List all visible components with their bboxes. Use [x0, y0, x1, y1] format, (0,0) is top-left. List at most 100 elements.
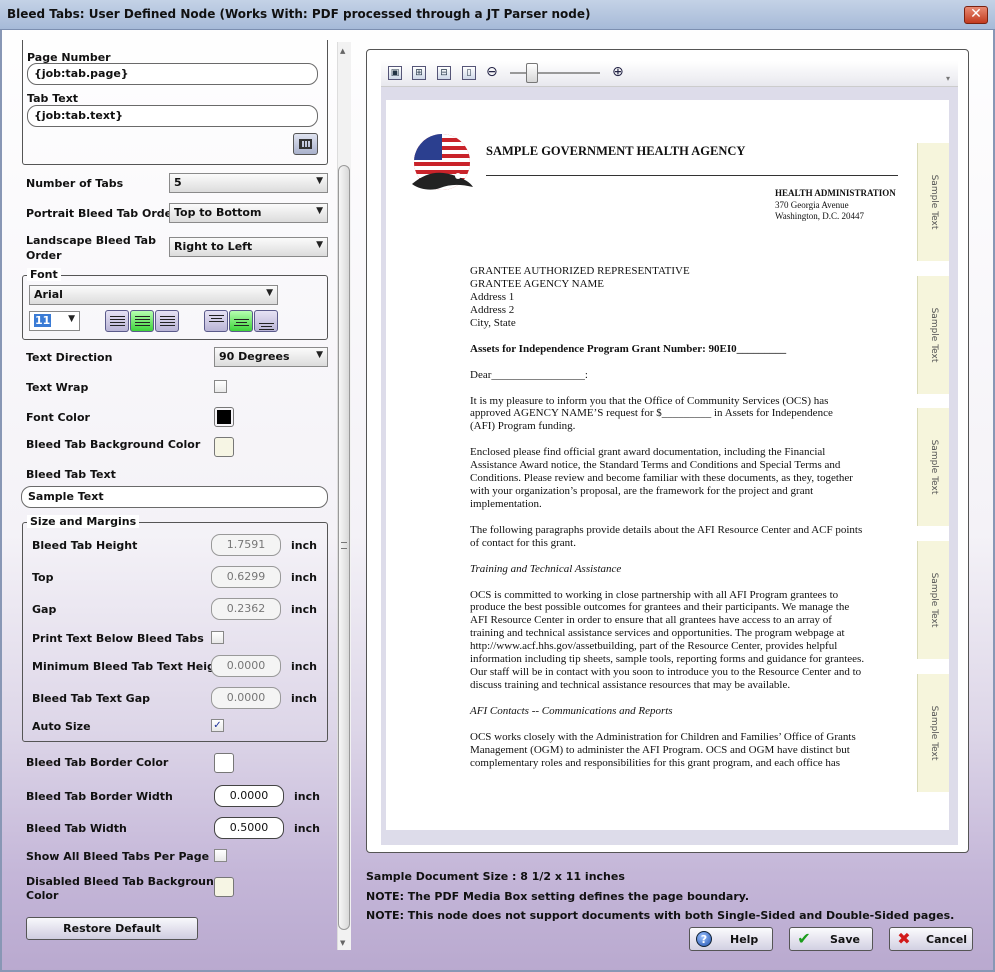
- bleed-tab: Sample Text: [917, 408, 949, 526]
- cancel-label: Cancel: [926, 933, 968, 946]
- tab-height-label: Bleed Tab Height: [32, 539, 138, 552]
- border-width-unit: inch: [294, 790, 320, 803]
- close-button[interactable]: ✕: [964, 6, 988, 24]
- valign-middle-button[interactable]: [229, 310, 253, 332]
- landscape-order-select[interactable]: Right to Left ▼: [169, 237, 328, 257]
- top-unit: inch: [291, 571, 317, 584]
- valign-top-button[interactable]: [204, 310, 228, 332]
- save-label: Save: [830, 933, 860, 946]
- disabled-bg-label-2: Color: [26, 889, 59, 902]
- bleed-tab: Sample Text: [917, 541, 949, 659]
- addr-line: GRANTEE AUTHORIZED REPRESENTATIVE: [470, 265, 690, 277]
- restore-default-button[interactable]: Restore Default: [26, 917, 198, 940]
- tab-height-input[interactable]: 1.7591: [211, 534, 281, 556]
- landscape-order-value: Right to Left: [174, 240, 253, 253]
- disabled-bg-label-1: Disabled Bleed Tab Background: [26, 875, 222, 888]
- min-text-height-input[interactable]: 0.0000: [211, 655, 281, 677]
- addr-line: Address 2: [470, 304, 515, 316]
- field-picker-button[interactable]: [293, 133, 318, 155]
- bleed-tab: Sample Text: [917, 674, 949, 792]
- print-below-checkbox[interactable]: [211, 631, 224, 644]
- align-left-button[interactable]: [105, 310, 129, 332]
- gap-input[interactable]: 0.2362: [211, 598, 281, 620]
- min-text-height-unit: inch: [291, 660, 317, 673]
- addr-line: Address 1: [470, 291, 515, 303]
- para-line: of contact for this grant.: [470, 537, 576, 549]
- top-input[interactable]: 0.6299: [211, 566, 281, 588]
- image-icon[interactable]: ▣: [388, 66, 402, 80]
- tab-text-input[interactable]: {job:tab.text}: [27, 105, 318, 127]
- help-icon: ?: [696, 931, 712, 947]
- auto-size-checkbox[interactable]: ✓: [211, 719, 224, 732]
- para-line: discuss training and technical assistanc…: [470, 679, 791, 691]
- help-label: Help: [730, 933, 759, 946]
- chevron-down-icon: ▼: [266, 288, 273, 298]
- gap-unit: inch: [291, 603, 317, 616]
- scroll-down-icon[interactable]: ▼: [340, 939, 345, 947]
- help-button[interactable]: ? Help: [689, 927, 773, 951]
- chevron-down-icon: ▼: [68, 314, 75, 324]
- text-wrap-checkbox[interactable]: [214, 380, 227, 393]
- addr-line: GRANTEE AGENCY NAME: [470, 278, 605, 290]
- fit-page-icon[interactable]: ⊞: [412, 66, 426, 80]
- tab-width-unit: inch: [294, 822, 320, 835]
- grip-icon: [341, 542, 347, 549]
- text-gap-input[interactable]: 0.0000: [211, 687, 281, 709]
- bleed-tab: Sample Text: [917, 143, 949, 261]
- save-button[interactable]: ✔ Save: [789, 927, 873, 951]
- border-color-swatch[interactable]: [214, 753, 234, 773]
- para-line: training and technical assistance servic…: [470, 627, 845, 639]
- top-label: Top: [32, 571, 54, 584]
- grant-subject: Assets for Independence Program Grant Nu…: [470, 343, 787, 355]
- portrait-order-value: Top to Bottom: [174, 206, 262, 219]
- zoom-slider-track[interactable]: [510, 72, 600, 74]
- landscape-order-label-1: Landscape Bleed Tab: [26, 234, 156, 247]
- tab-width-label: Bleed Tab Width: [26, 822, 127, 835]
- zoom-in-icon[interactable]: ⊕: [612, 64, 628, 80]
- tab-width-input[interactable]: 0.5000: [214, 817, 284, 839]
- number-of-tabs-value: 5: [174, 176, 182, 189]
- page-number-input[interactable]: {job:tab.page}: [27, 63, 318, 85]
- para-line: produce the best possible outcomes for g…: [470, 601, 850, 613]
- text-direction-select[interactable]: 90 Degrees ▼: [214, 347, 328, 367]
- bleed-tab-label: Sample Text: [928, 439, 939, 495]
- font-color-swatch[interactable]: [214, 407, 234, 427]
- para-line: approved AGENCY NAME’S request for $____…: [470, 407, 833, 419]
- para-line: OCS works closely with the Administratio…: [470, 731, 856, 743]
- tab-bg-color-swatch[interactable]: [214, 437, 234, 457]
- x-icon: ✖: [897, 929, 911, 948]
- fit-width-icon[interactable]: ⊟: [437, 66, 451, 80]
- single-page-icon[interactable]: ▯: [462, 66, 476, 80]
- number-of-tabs-select[interactable]: 5 ▼: [169, 173, 328, 193]
- number-of-tabs-label: Number of Tabs: [26, 177, 124, 190]
- align-center-button[interactable]: [130, 310, 154, 332]
- window-title: Bleed Tabs: User Defined Node (Works Wit…: [7, 7, 591, 21]
- text-wrap-label: Text Wrap: [26, 381, 89, 394]
- landscape-order-label-2: Order: [26, 249, 62, 262]
- tab-text-label: Tab Text: [27, 92, 79, 105]
- grid-icon: [299, 139, 312, 149]
- disabled-bg-color-swatch[interactable]: [214, 877, 234, 897]
- scroll-up-icon[interactable]: ▲: [340, 47, 345, 55]
- show-all-label: Show All Bleed Tabs Per Page: [26, 850, 210, 863]
- valign-bottom-button[interactable]: [254, 310, 278, 332]
- font-group-title: Font: [27, 268, 61, 281]
- show-all-checkbox[interactable]: [214, 849, 227, 862]
- para-line: http://www.acf.hhs.gov/assetbuilding, pa…: [470, 640, 838, 652]
- bleed-tab-text-input[interactable]: Sample Text: [21, 486, 328, 508]
- para-line: information including tip sheets, sample…: [470, 653, 865, 665]
- zoom-slider-handle[interactable]: [526, 63, 538, 83]
- tab-bg-color-label: Bleed Tab Background Color: [26, 438, 201, 451]
- print-below-label: Print Text Below Bleed Tabs: [32, 632, 204, 645]
- toolbar-overflow-icon[interactable]: ▾: [946, 74, 956, 84]
- border-width-input[interactable]: 0.0000: [214, 785, 284, 807]
- font-family-select[interactable]: Arial ▼: [29, 285, 278, 305]
- bleed-tab-label: Sample Text: [928, 705, 939, 761]
- portrait-order-select[interactable]: Top to Bottom ▼: [169, 203, 328, 223]
- cancel-button[interactable]: ✖ Cancel: [889, 927, 973, 951]
- auto-size-label: Auto Size: [32, 720, 91, 733]
- align-right-button[interactable]: [155, 310, 179, 332]
- para-line: Enclosed please find official grant awar…: [470, 446, 826, 458]
- zoom-out-icon[interactable]: ⊖: [486, 64, 502, 80]
- font-size-select[interactable]: 11 ▼: [29, 311, 80, 331]
